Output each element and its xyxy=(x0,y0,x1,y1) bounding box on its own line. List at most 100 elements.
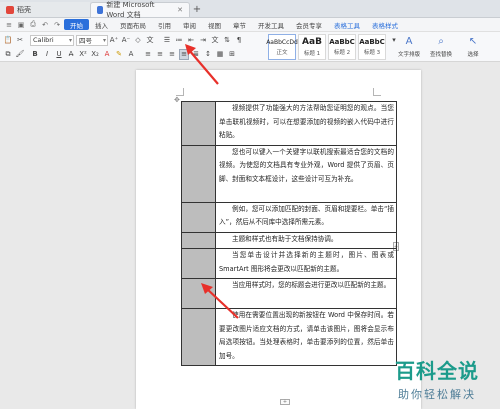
style-normal[interactable]: AaBbCcDd 正文 xyxy=(266,34,298,60)
decrease-indent-icon[interactable]: ⇤ xyxy=(186,35,196,46)
watermark-subtitle: 助你轻松解决 xyxy=(398,388,476,401)
new-tab-button[interactable]: + xyxy=(190,2,204,17)
margin-corner-mark xyxy=(176,88,184,96)
paste-icon[interactable]: 📋 xyxy=(3,35,13,46)
clear-format-icon[interactable]: ◇ xyxy=(133,35,143,46)
cut-icon[interactable]: ✂ xyxy=(15,35,25,46)
text-cell[interactable]: 您也可以键入一个关键字以联机搜索最适合您的文档的视频。为使您的文档具有专业外观，… xyxy=(215,144,397,203)
find-replace-button[interactable]: ⌕ 查找替换 xyxy=(426,36,456,58)
style-name: 标题 2 xyxy=(333,50,351,56)
text-layout-button[interactable]: A 文字排版 xyxy=(394,36,424,58)
menu-references[interactable]: 引用 xyxy=(152,18,177,32)
shaded-cell[interactable] xyxy=(181,144,216,203)
font-color-icon[interactable]: A xyxy=(102,49,112,60)
watermark-title: 百科全说 xyxy=(395,359,479,383)
bold-icon[interactable]: B xyxy=(30,49,40,60)
redo-icon[interactable]: ↷ xyxy=(52,20,62,30)
line-spacing-icon[interactable]: ↕ xyxy=(203,49,213,60)
text-cell[interactable]: 当您单击设计并选择新的主题时，图片、图表或SmartArt 图形将会更改以匹配新… xyxy=(215,248,397,279)
phonetic-icon[interactable]: 文 xyxy=(145,35,155,46)
style-heading-3[interactable]: AaBbC 标题 3 xyxy=(358,34,386,60)
table-row: 当您单击设计并选择新的主题时，图片、图表或SmartArt 图形将会更改以匹配新… xyxy=(181,248,397,279)
show-marks-icon[interactable]: ¶ xyxy=(234,35,244,46)
shaded-cell[interactable] xyxy=(181,278,216,309)
distributed-icon[interactable]: ≣ xyxy=(191,49,201,60)
menu-home[interactable]: 开始 xyxy=(64,19,89,30)
style-heading-1[interactable]: AaB 标题 1 xyxy=(298,34,326,60)
menu-section[interactable]: 章节 xyxy=(227,18,252,32)
title-bar: 稻壳 新建 Microsoft Word 文档 ✕ + xyxy=(0,0,500,19)
margin-corner-mark xyxy=(373,88,381,96)
style-name: 标题 3 xyxy=(363,50,381,56)
align-justify-icon[interactable]: ≡ xyxy=(179,48,189,60)
font-size-select[interactable]: 四号 xyxy=(76,34,108,46)
sort-icon[interactable]: ⇅ xyxy=(222,35,232,46)
menu-hamburger-icon[interactable]: ≡ xyxy=(4,20,14,30)
font-name-select[interactable]: Calibri xyxy=(30,34,74,46)
superscript-icon[interactable]: X² xyxy=(78,49,88,60)
shaded-cell[interactable] xyxy=(181,101,216,146)
shrink-font-icon[interactable]: A⁻ xyxy=(121,35,131,46)
bullet-list-icon[interactable]: ☰ xyxy=(162,35,172,46)
select-button[interactable]: ↖ 选择 xyxy=(458,36,488,58)
menu-developer[interactable]: 开发工具 xyxy=(252,18,290,32)
find-replace-label: 查找替换 xyxy=(429,52,452,58)
strikethrough-icon[interactable]: A̶ xyxy=(66,49,76,60)
align-center-icon[interactable]: ≡ xyxy=(155,49,165,60)
style-name: 正文 xyxy=(276,49,288,56)
shaded-cell[interactable] xyxy=(181,201,216,233)
text-cell[interactable]: 视频提供了功能强大的方法帮助您证明您的观点。当您单击联机视频时，可以在想要添加的… xyxy=(215,101,397,146)
shading-icon[interactable]: ▦ xyxy=(215,49,225,60)
numbered-list-icon[interactable]: ≔ xyxy=(174,35,184,46)
highlight-icon[interactable]: ✎ xyxy=(114,49,124,60)
menu-page-layout[interactable]: 页面布局 xyxy=(114,18,152,32)
table-row: 当应用样式时，您的标题会进行更改以匹配新的主题。 xyxy=(181,278,397,309)
text-cell[interactable]: 主题和样式也有助于文档保持协调。 xyxy=(215,231,397,249)
font-size-value: 四号 xyxy=(79,37,92,45)
subscript-icon[interactable]: X₂ xyxy=(90,49,100,60)
menu-review[interactable]: 审阅 xyxy=(177,18,202,32)
style-heading-2[interactable]: AaBbC 标题 2 xyxy=(328,34,356,60)
menu-table-tools[interactable]: 表格工具 xyxy=(328,18,366,32)
add-row-handle-icon[interactable]: + xyxy=(280,399,290,405)
text-cell[interactable]: 例如，您可以添加匹配的封面、页眉和提要栏。单击“插入”，然后从不同库中选择所需元… xyxy=(215,201,397,233)
menu-table-style[interactable]: 表格样式 xyxy=(366,18,404,32)
copy-icon[interactable]: ⧉ xyxy=(3,49,13,60)
print-icon[interactable]: ⎙ xyxy=(28,20,38,30)
document-tab[interactable]: 新建 Microsoft Word 文档 ✕ xyxy=(90,1,190,19)
home-tab[interactable]: 稻壳 xyxy=(0,2,90,17)
shaded-cell[interactable] xyxy=(181,308,216,366)
italic-icon[interactable]: I xyxy=(42,49,52,60)
table-row: 您也可以键入一个关键字以联机搜索最适合您的文档的视频。为使您的文档具有专业外观，… xyxy=(181,144,397,203)
menu-member[interactable]: 会员专享 xyxy=(290,18,328,32)
shaded-cell[interactable] xyxy=(181,248,216,279)
style-preview: AaBbC xyxy=(329,38,355,46)
align-right-icon[interactable]: ≡ xyxy=(167,49,177,60)
chinese-layout-icon[interactable]: 文 xyxy=(210,35,220,46)
undo-icon[interactable]: ↶ xyxy=(40,20,50,30)
text-cell[interactable]: 使用在需要位置出现的新按钮在 Word 中保存时间。若要更改图片适应文档的方式，… xyxy=(215,308,397,366)
grow-font-icon[interactable]: A⁺ xyxy=(109,35,119,46)
table-row: 使用在需要位置出现的新按钮在 Word 中保存时间。若要更改图片适应文档的方式，… xyxy=(181,308,397,366)
table-move-handle-icon[interactable]: ✥ xyxy=(174,96,180,104)
char-border-icon[interactable]: A xyxy=(126,49,136,60)
close-tab-icon[interactable]: ✕ xyxy=(177,6,183,14)
text-cell[interactable]: 当应用样式时，您的标题会进行更改以匹配新的主题。 xyxy=(215,278,397,309)
align-left-icon[interactable]: ≡ xyxy=(143,49,153,60)
increase-indent-icon[interactable]: ⇥ xyxy=(198,35,208,46)
style-name: 标题 1 xyxy=(303,51,321,57)
format-painter-icon[interactable]: 🖌 xyxy=(15,49,25,60)
save-icon[interactable]: ▣ xyxy=(16,20,26,30)
cursor-icon: ↖ xyxy=(468,36,478,47)
word-doc-icon xyxy=(97,6,104,14)
menu-view[interactable]: 视图 xyxy=(202,18,227,32)
menu-insert[interactable]: 插入 xyxy=(89,18,114,32)
shaded-cell[interactable] xyxy=(181,231,216,249)
docer-logo-icon xyxy=(6,5,14,14)
style-preview: AaBbCcDd xyxy=(266,38,298,46)
style-preview: AaB xyxy=(302,37,322,47)
ribbon-toolbar: 📋 ✂ Calibri 四号 A⁺ A⁻ ◇ 文 ☰ ≔ ⇤ ⇥ 文 ⇅ ¶ ⧉… xyxy=(0,32,500,62)
borders-icon[interactable]: ⊞ xyxy=(227,49,237,60)
underline-icon[interactable]: U xyxy=(54,49,64,60)
search-icon: ⌕ xyxy=(438,36,444,47)
